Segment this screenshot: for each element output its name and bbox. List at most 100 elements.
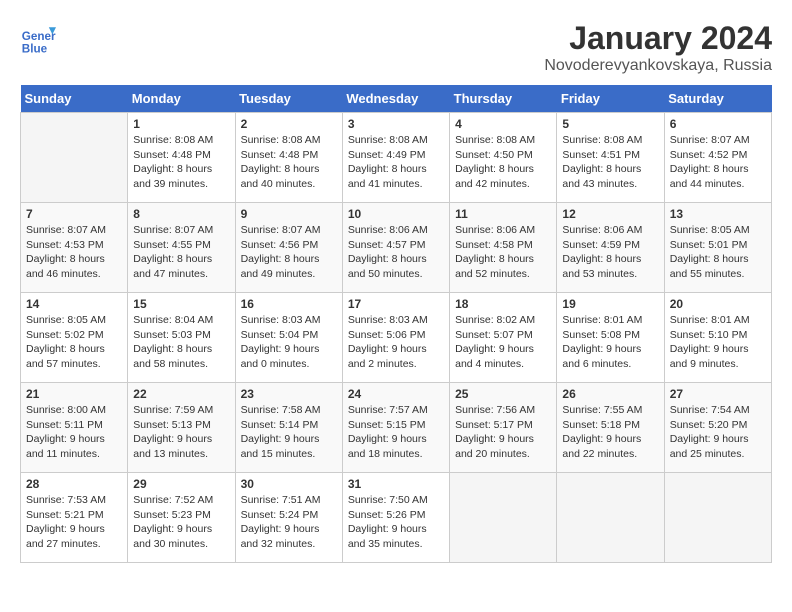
calendar-cell: 16 Sunrise: 8:03 AM Sunset: 5:04 PM Dayl… xyxy=(235,293,342,383)
sunrise-text: Sunrise: 7:56 AM xyxy=(455,404,535,416)
day-info: Sunrise: 8:06 AM Sunset: 4:59 PM Dayligh… xyxy=(562,223,658,282)
calendar-cell: 21 Sunrise: 8:00 AM Sunset: 5:11 PM Dayl… xyxy=(21,383,128,473)
col-thursday: Thursday xyxy=(450,85,557,113)
day-number: 28 xyxy=(26,477,122,491)
sunset-text: Sunset: 5:21 PM xyxy=(26,509,104,521)
sunrise-text: Sunrise: 7:53 AM xyxy=(26,494,106,506)
day-info: Sunrise: 7:51 AM Sunset: 5:24 PM Dayligh… xyxy=(241,493,337,552)
day-number: 21 xyxy=(26,387,122,401)
calendar-cell: 23 Sunrise: 7:58 AM Sunset: 5:14 PM Dayl… xyxy=(235,383,342,473)
day-info: Sunrise: 8:08 AM Sunset: 4:49 PM Dayligh… xyxy=(348,133,444,192)
calendar-cell xyxy=(664,473,771,563)
col-friday: Friday xyxy=(557,85,664,113)
daylight-text: Daylight: 8 hours and 49 minutes. xyxy=(241,253,320,280)
sunset-text: Sunset: 5:24 PM xyxy=(241,509,319,521)
calendar-cell: 7 Sunrise: 8:07 AM Sunset: 4:53 PM Dayli… xyxy=(21,203,128,293)
day-info: Sunrise: 8:06 AM Sunset: 4:58 PM Dayligh… xyxy=(455,223,551,282)
daylight-text: Daylight: 8 hours and 46 minutes. xyxy=(26,253,105,280)
daylight-text: Daylight: 8 hours and 41 minutes. xyxy=(348,163,427,190)
calendar-cell: 1 Sunrise: 8:08 AM Sunset: 4:48 PM Dayli… xyxy=(128,113,235,203)
sunrise-text: Sunrise: 8:08 AM xyxy=(562,134,642,146)
daylight-text: Daylight: 8 hours and 47 minutes. xyxy=(133,253,212,280)
calendar-cell: 25 Sunrise: 7:56 AM Sunset: 5:17 PM Dayl… xyxy=(450,383,557,473)
day-info: Sunrise: 8:05 AM Sunset: 5:01 PM Dayligh… xyxy=(670,223,766,282)
day-number: 18 xyxy=(455,297,551,311)
calendar-cell: 18 Sunrise: 8:02 AM Sunset: 5:07 PM Dayl… xyxy=(450,293,557,383)
sunset-text: Sunset: 4:51 PM xyxy=(562,149,640,161)
sunset-text: Sunset: 5:17 PM xyxy=(455,419,533,431)
day-info: Sunrise: 8:08 AM Sunset: 4:50 PM Dayligh… xyxy=(455,133,551,192)
col-tuesday: Tuesday xyxy=(235,85,342,113)
sunset-text: Sunset: 4:52 PM xyxy=(670,149,748,161)
sunset-text: Sunset: 4:49 PM xyxy=(348,149,426,161)
daylight-text: Daylight: 9 hours and 2 minutes. xyxy=(348,343,427,370)
day-info: Sunrise: 8:05 AM Sunset: 5:02 PM Dayligh… xyxy=(26,313,122,372)
sunset-text: Sunset: 4:56 PM xyxy=(241,239,319,251)
daylight-text: Daylight: 9 hours and 32 minutes. xyxy=(241,523,320,550)
daylight-text: Daylight: 8 hours and 58 minutes. xyxy=(133,343,212,370)
logo: General Blue xyxy=(20,20,56,56)
calendar-cell: 10 Sunrise: 8:06 AM Sunset: 4:57 PM Dayl… xyxy=(342,203,449,293)
sunset-text: Sunset: 4:48 PM xyxy=(133,149,211,161)
day-number: 30 xyxy=(241,477,337,491)
sunset-text: Sunset: 4:50 PM xyxy=(455,149,533,161)
sunset-text: Sunset: 5:10 PM xyxy=(670,329,748,341)
day-info: Sunrise: 8:07 AM Sunset: 4:53 PM Dayligh… xyxy=(26,223,122,282)
sunset-text: Sunset: 4:58 PM xyxy=(455,239,533,251)
calendar-cell xyxy=(450,473,557,563)
sunset-text: Sunset: 5:01 PM xyxy=(670,239,748,251)
sunset-text: Sunset: 4:59 PM xyxy=(562,239,640,251)
day-number: 15 xyxy=(133,297,229,311)
sunrise-text: Sunrise: 8:02 AM xyxy=(455,314,535,326)
sunrise-text: Sunrise: 8:08 AM xyxy=(348,134,428,146)
day-info: Sunrise: 8:08 AM Sunset: 4:48 PM Dayligh… xyxy=(241,133,337,192)
daylight-text: Daylight: 9 hours and 35 minutes. xyxy=(348,523,427,550)
daylight-text: Daylight: 9 hours and 4 minutes. xyxy=(455,343,534,370)
sunset-text: Sunset: 5:07 PM xyxy=(455,329,533,341)
day-number: 19 xyxy=(562,297,658,311)
day-number: 14 xyxy=(26,297,122,311)
daylight-text: Daylight: 9 hours and 0 minutes. xyxy=(241,343,320,370)
sunrise-text: Sunrise: 8:03 AM xyxy=(241,314,321,326)
calendar-week-row: 1 Sunrise: 8:08 AM Sunset: 4:48 PM Dayli… xyxy=(21,113,772,203)
day-info: Sunrise: 7:53 AM Sunset: 5:21 PM Dayligh… xyxy=(26,493,122,552)
day-info: Sunrise: 7:52 AM Sunset: 5:23 PM Dayligh… xyxy=(133,493,229,552)
sunrise-text: Sunrise: 7:50 AM xyxy=(348,494,428,506)
calendar-cell: 8 Sunrise: 8:07 AM Sunset: 4:55 PM Dayli… xyxy=(128,203,235,293)
calendar-cell: 30 Sunrise: 7:51 AM Sunset: 5:24 PM Dayl… xyxy=(235,473,342,563)
day-info: Sunrise: 8:03 AM Sunset: 5:04 PM Dayligh… xyxy=(241,313,337,372)
sunset-text: Sunset: 5:15 PM xyxy=(348,419,426,431)
calendar-week-row: 7 Sunrise: 8:07 AM Sunset: 4:53 PM Dayli… xyxy=(21,203,772,293)
sunrise-text: Sunrise: 8:07 AM xyxy=(26,224,106,236)
day-info: Sunrise: 8:01 AM Sunset: 5:10 PM Dayligh… xyxy=(670,313,766,372)
calendar-cell: 28 Sunrise: 7:53 AM Sunset: 5:21 PM Dayl… xyxy=(21,473,128,563)
daylight-text: Daylight: 9 hours and 22 minutes. xyxy=(562,433,641,460)
sunset-text: Sunset: 4:48 PM xyxy=(241,149,319,161)
calendar-cell xyxy=(21,113,128,203)
calendar-cell: 6 Sunrise: 8:07 AM Sunset: 4:52 PM Dayli… xyxy=(664,113,771,203)
daylight-text: Daylight: 9 hours and 25 minutes. xyxy=(670,433,749,460)
calendar-week-row: 28 Sunrise: 7:53 AM Sunset: 5:21 PM Dayl… xyxy=(21,473,772,563)
day-number: 20 xyxy=(670,297,766,311)
calendar-subtitle: Novoderevyankovskaya, Russia xyxy=(544,57,772,75)
day-number: 29 xyxy=(133,477,229,491)
calendar-cell: 15 Sunrise: 8:04 AM Sunset: 5:03 PM Dayl… xyxy=(128,293,235,383)
sunset-text: Sunset: 5:11 PM xyxy=(26,419,103,431)
calendar-cell: 26 Sunrise: 7:55 AM Sunset: 5:18 PM Dayl… xyxy=(557,383,664,473)
day-number: 27 xyxy=(670,387,766,401)
sunrise-text: Sunrise: 8:08 AM xyxy=(241,134,321,146)
day-info: Sunrise: 8:07 AM Sunset: 4:52 PM Dayligh… xyxy=(670,133,766,192)
day-number: 13 xyxy=(670,207,766,221)
day-number: 10 xyxy=(348,207,444,221)
day-number: 16 xyxy=(241,297,337,311)
page-header: General Blue January 2024 Novoderevyanko… xyxy=(20,20,772,75)
day-number: 23 xyxy=(241,387,337,401)
day-info: Sunrise: 7:57 AM Sunset: 5:15 PM Dayligh… xyxy=(348,403,444,462)
sunset-text: Sunset: 5:14 PM xyxy=(241,419,319,431)
day-info: Sunrise: 8:01 AM Sunset: 5:08 PM Dayligh… xyxy=(562,313,658,372)
calendar-cell: 5 Sunrise: 8:08 AM Sunset: 4:51 PM Dayli… xyxy=(557,113,664,203)
day-info: Sunrise: 7:58 AM Sunset: 5:14 PM Dayligh… xyxy=(241,403,337,462)
sunset-text: Sunset: 4:53 PM xyxy=(26,239,104,251)
sunset-text: Sunset: 5:20 PM xyxy=(670,419,748,431)
daylight-text: Daylight: 8 hours and 53 minutes. xyxy=(562,253,641,280)
